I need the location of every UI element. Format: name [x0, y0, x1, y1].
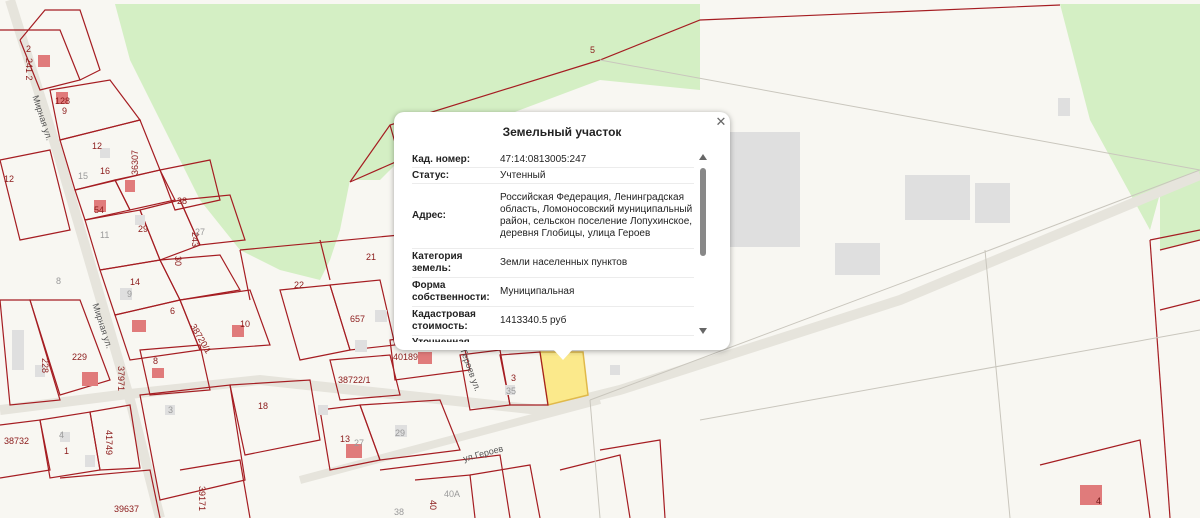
parcel-info-popup: Земельный участок ✕ Кад. номер: 47:14:08… — [394, 112, 730, 350]
parcel-label: 18 — [258, 401, 269, 411]
parcel-label: 35 — [506, 386, 517, 396]
parcel-label: 13 — [340, 434, 351, 444]
parcel-label: 39637 — [114, 504, 140, 514]
parcel-label: 243 — [190, 232, 200, 248]
building — [12, 330, 24, 370]
forest-area-east — [1160, 4, 1200, 250]
popup-title: Земельный участок — [502, 125, 622, 139]
parcel-label: 16 — [100, 166, 111, 176]
parcel-label: 228 — [40, 358, 50, 374]
parcel-label: 28 — [177, 196, 188, 206]
parcel-label: 3 — [511, 373, 517, 383]
parcel-label: 29 — [138, 224, 149, 234]
parcel-label: 40189 — [393, 352, 419, 362]
info-key: Кадастровая стоимость: — [412, 309, 476, 332]
parcel-label: 38 — [394, 507, 405, 517]
info-key: Статус: — [412, 169, 450, 181]
parcel-label: 241 2 — [24, 58, 34, 81]
building — [975, 183, 1010, 223]
parcel-label: 5 — [590, 45, 596, 55]
parcel-label: 11 — [100, 230, 110, 240]
parcel-label: 4 — [1096, 496, 1102, 506]
info-row-ownership: Форма собственности: Муниципальная — [412, 278, 694, 307]
info-row-cadastral-number: Кад. номер: 47:14:0813005:247 — [412, 152, 694, 168]
info-key: Категория земель: — [412, 251, 463, 274]
parcel-label: 9 — [62, 106, 68, 116]
popup-pointer — [552, 348, 574, 360]
parcel-label: 2 — [26, 44, 32, 54]
scrollbar-thumb[interactable] — [700, 168, 706, 256]
parcel-label: 6 — [170, 306, 176, 316]
parcel-label: 27 — [354, 438, 365, 448]
building — [835, 243, 880, 275]
parcel-label: 29 — [395, 428, 406, 438]
popup-scrollbar[interactable] — [698, 154, 708, 336]
info-row-status: Статус: Учтенный — [412, 168, 694, 184]
parcel-label: 22 — [294, 280, 305, 290]
building — [1058, 98, 1070, 116]
info-row-land-category: Категория земель: Земли населенных пункт… — [412, 249, 694, 278]
info-key: Адрес: — [412, 210, 446, 221]
parcel-label: 21 — [366, 252, 377, 262]
info-key: Кад. номер: — [412, 153, 471, 165]
info-value: Учтенный — [500, 169, 546, 181]
parcel-label: 657 — [350, 314, 366, 324]
parcel-label: 40A — [444, 489, 461, 499]
parcel-label: 8 — [56, 276, 62, 286]
parcel-label: 12 — [92, 141, 103, 151]
popup-content[interactable]: Кад. номер: 47:14:0813005:247 Статус: Уч… — [412, 152, 694, 342]
info-row-cadastral-value: Кадастровая стоимость: 1413340.5 руб — [412, 307, 694, 336]
info-row-clarified-area: Уточненная — [412, 336, 694, 342]
parcel-label: 38722/1 — [338, 375, 371, 385]
parcel-label: 9 — [127, 289, 133, 299]
parcel-label: 128 — [55, 96, 71, 106]
parcel-label: 12 — [4, 174, 15, 184]
info-value: Земли населенных пунктов — [500, 257, 628, 268]
parcel-label: 30 — [173, 256, 183, 267]
parcel-label: 37971 — [116, 366, 126, 392]
parcel-label: 38732 — [4, 436, 30, 446]
info-value: 1413340.5 руб — [500, 315, 567, 326]
info-value: Российская Федерация, Ленинградская обла… — [500, 192, 693, 239]
parcel-label: 40 — [428, 500, 438, 511]
scroll-up-icon[interactable] — [699, 154, 707, 160]
parcel-label: 10 — [240, 319, 251, 329]
building — [905, 175, 970, 220]
parcel-label: 4 — [59, 430, 65, 440]
parcel-label: 8 — [153, 356, 159, 366]
parcel-label: 3 — [168, 405, 174, 415]
info-value: 47:14:0813005:247 — [500, 153, 587, 165]
parcel-label: 36307 — [130, 149, 140, 175]
info-key: Форма собственности: — [412, 280, 490, 303]
parcel-label: 41749 — [104, 430, 114, 456]
parcel-label: 54 — [94, 205, 105, 215]
parcel-label: 229 — [72, 352, 88, 362]
parcel-label: 15 — [78, 171, 89, 181]
scroll-down-icon[interactable] — [699, 328, 707, 334]
info-row-address: Адрес: Российская Федерация, Ленинградск… — [412, 184, 694, 249]
close-icon[interactable]: ✕ — [714, 115, 728, 129]
info-value: Муниципальная — [500, 286, 575, 297]
parcel-label: 14 — [130, 277, 141, 287]
parcel-label: 39171 — [197, 486, 207, 512]
info-key: Уточненная — [412, 336, 500, 342]
parcel-label: 1 — [64, 446, 70, 456]
